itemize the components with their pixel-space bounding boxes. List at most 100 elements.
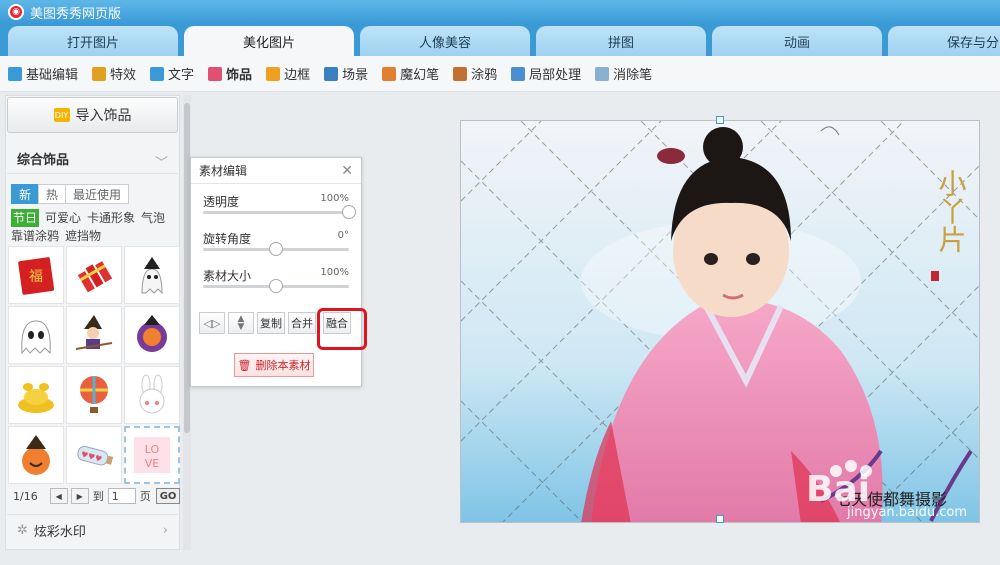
- subtab-new[interactable]: 新: [11, 184, 40, 204]
- chevron-right-icon: ›: [162, 523, 168, 538]
- dialog-title: 素材编辑: [199, 164, 248, 178]
- opacity-slider-track[interactable]: [203, 205, 356, 219]
- sticker-pumpkin-hat[interactable]: [8, 426, 64, 484]
- tool-basic-edit[interactable]: 基础编辑: [8, 64, 78, 83]
- pumpkin-hat-sticker-icon: [22, 435, 50, 475]
- sticker-ghost[interactable]: [8, 306, 64, 364]
- flip-vertical-icon: ▲ ▼: [237, 314, 245, 332]
- scene-icon: [324, 66, 339, 81]
- go-button[interactable]: GO: [155, 488, 181, 504]
- import-diy-icon: DIY: [53, 108, 70, 122]
- tab-portrait[interactable]: 人像美容: [360, 26, 530, 56]
- photo-image: 小丫片 七天使都舞摄影 Bai: [461, 121, 979, 522]
- fuse-highlight-box: [317, 308, 367, 350]
- sticker-love-stamp[interactable]: LO VE: [124, 426, 180, 484]
- dialog-header: 素材编辑 ✕: [191, 158, 361, 184]
- size-slider-knob[interactable]: [269, 279, 283, 293]
- colorful-watermark-section[interactable]: ✲ 炫彩水印 ›: [7, 514, 178, 546]
- merge-button[interactable]: 合并: [288, 312, 316, 334]
- sticker-bottle-hearts[interactable]: ♥♥♥: [66, 426, 122, 484]
- rotation-label: 旋转角度: [203, 232, 252, 246]
- rotation-slider-knob[interactable]: [269, 242, 283, 256]
- category-cartoon[interactable]: 卡通形象: [87, 209, 135, 227]
- size-slider-row: 素材大小 100%: [191, 258, 361, 295]
- sticker-pumpkin-witch[interactable]: [124, 306, 180, 364]
- tab-open-image[interactable]: 打开图片: [8, 26, 178, 56]
- base-edit-icon: [8, 66, 22, 81]
- sticker-categories: 节日 可爱心 卡通形象 气泡 靠谱涂鸦 遮挡物: [11, 209, 176, 245]
- hot-air-balloon-sticker-icon: [80, 376, 108, 413]
- bunny-sticker-icon: [139, 374, 165, 414]
- sticker-fu-envelope[interactable]: 福: [8, 246, 64, 304]
- subtab-hot[interactable]: 热: [38, 184, 67, 204]
- sticker-firecracker[interactable]: [66, 246, 122, 304]
- sticker-bunny[interactable]: [124, 366, 180, 424]
- effects-brush-icon: [92, 66, 107, 81]
- tab-save-share[interactable]: 保存与分: [888, 26, 1000, 56]
- tool-text[interactable]: 文字: [150, 64, 194, 83]
- tool-scene[interactable]: 场景: [324, 64, 368, 83]
- svg-text:LO: LO: [145, 443, 160, 456]
- flip-horizontal-icon: ◁▷: [203, 316, 221, 330]
- sticker-hot-air-balloon[interactable]: [66, 366, 122, 424]
- ghost-sticker-icon: [21, 320, 51, 355]
- opacity-slider-row: 透明度 100%: [191, 184, 361, 221]
- category-cute-heart[interactable]: 可爱心: [45, 209, 81, 227]
- sticker-witch-broom[interactable]: [66, 306, 122, 364]
- eraser-pen-icon: [595, 66, 610, 81]
- category-bubble[interactable]: 气泡: [141, 209, 165, 227]
- fu-envelope-sticker-icon: 福: [18, 257, 55, 295]
- text-t-icon: [150, 66, 165, 81]
- tool-frame[interactable]: 边框: [266, 64, 310, 83]
- watermark-section-label: 炫彩水印: [33, 525, 86, 540]
- page-info: 1/16: [13, 489, 38, 503]
- photo-canvas[interactable]: 小丫片 七天使都舞摄影 Bai jingyan.baidu.com: [460, 120, 980, 523]
- chevron-down-icon: ﹀: [154, 156, 168, 171]
- subtab-recent[interactable]: 最近使用: [65, 184, 130, 204]
- tab-animation[interactable]: 动画: [712, 26, 882, 56]
- tool-accessories[interactable]: 饰品: [208, 64, 252, 83]
- tool-local-process[interactable]: 局部处理: [511, 64, 581, 83]
- svg-text:福: 福: [29, 269, 43, 285]
- sticker-pager: 1/16 ◀ ▶ 到 1 页 GO: [13, 488, 181, 504]
- rotation-slider-track[interactable]: [203, 242, 349, 256]
- category-occluder[interactable]: 遮挡物: [65, 227, 101, 245]
- category-graffiti[interactable]: 靠谱涂鸦: [11, 227, 59, 245]
- go-to-label: 到: [92, 490, 104, 503]
- app-logo-icon: ◉: [8, 4, 24, 20]
- selection-handle-top[interactable]: [716, 116, 724, 124]
- import-accessory-button[interactable]: DIY 导入饰品: [7, 97, 178, 133]
- selection-handle-bottom[interactable]: [716, 515, 724, 523]
- tool-graffiti[interactable]: 涂鸦: [453, 64, 497, 83]
- main-tabs: 打开图片 美化图片 人像美容 拼图 动画 保存与分: [0, 24, 1000, 56]
- graffiti-icon: [453, 66, 468, 81]
- flip-horizontal-button[interactable]: ◁▷: [199, 312, 225, 334]
- tab-collage[interactable]: 拼图: [536, 26, 706, 56]
- page-number-input[interactable]: 1: [107, 488, 136, 504]
- frame-icon: [266, 66, 281, 81]
- sticker-gold-ingot[interactable]: [8, 366, 64, 424]
- tool-magic-pen[interactable]: 魔幻笔: [382, 64, 439, 83]
- flip-vertical-button[interactable]: ▲ ▼: [228, 312, 254, 334]
- copy-button[interactable]: 复制: [257, 312, 285, 334]
- ghost-hat-sticker-icon: [141, 257, 163, 295]
- local-process-icon: [511, 66, 526, 81]
- category-festival[interactable]: 节日: [11, 209, 40, 227]
- close-icon[interactable]: ✕: [341, 163, 353, 179]
- section-comprehensive-accessories[interactable]: 综合饰品 ﹀: [7, 144, 178, 174]
- sticker-ghost-hat[interactable]: [124, 246, 180, 304]
- bow-icon: [208, 66, 223, 81]
- svg-text:VE: VE: [145, 457, 160, 470]
- opacity-slider-knob[interactable]: [342, 205, 356, 219]
- tab-beautify-image[interactable]: 美化图片: [184, 26, 354, 56]
- app-title: 美图秀秀网页版: [30, 6, 122, 22]
- prev-page-button[interactable]: ◀: [49, 488, 68, 504]
- gold-ingot-sticker-icon: [18, 383, 54, 413]
- size-slider-track[interactable]: [203, 279, 349, 293]
- opacity-value: 100%: [320, 193, 349, 204]
- tool-eraser-pen[interactable]: 消除笔: [595, 64, 652, 83]
- next-page-button[interactable]: ▶: [70, 488, 89, 504]
- tool-effects[interactable]: 特效: [92, 64, 136, 83]
- delete-material-button[interactable]: 🗑 删除本素材: [234, 353, 314, 377]
- page-unit-label: 页: [139, 490, 151, 503]
